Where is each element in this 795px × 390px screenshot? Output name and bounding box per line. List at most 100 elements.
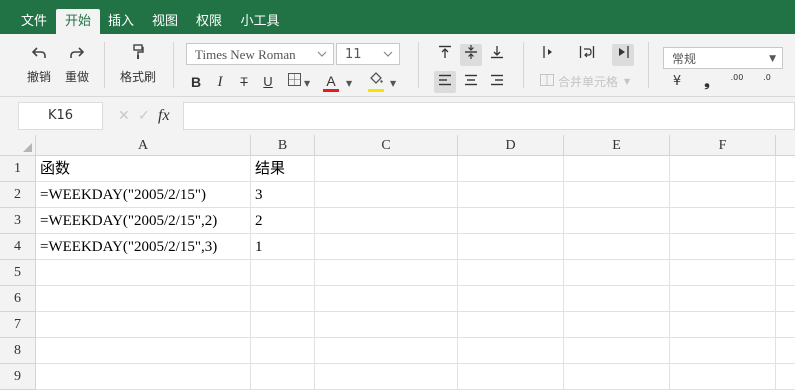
cell-e4[interactable] <box>564 234 670 260</box>
cell-f8[interactable] <box>670 338 776 364</box>
column-header-a[interactable]: A <box>36 135 251 156</box>
cell-a3[interactable]: =WEEKDAY("2005/2/15",2) <box>36 208 251 234</box>
row-header[interactable]: 9 <box>0 364 36 390</box>
cell-f1[interactable] <box>670 156 776 182</box>
align-top-button[interactable] <box>434 44 456 66</box>
align-center-button[interactable] <box>460 71 482 93</box>
cell-b1[interactable]: 结果 <box>251 156 315 182</box>
cell-c6[interactable] <box>315 286 458 312</box>
align-right-button[interactable] <box>486 71 508 93</box>
cell-g3[interactable] <box>776 208 795 234</box>
italic-button[interactable]: I <box>209 71 231 93</box>
menu-tools[interactable]: 小工具 <box>232 9 288 34</box>
column-header-d[interactable]: D <box>458 135 564 156</box>
cell-g9[interactable] <box>776 364 795 390</box>
fill-color-button[interactable] <box>365 70 387 92</box>
formula-input[interactable] <box>183 102 795 130</box>
cell-d4[interactable] <box>458 234 564 260</box>
merge-cells-button[interactable]: 合并单元格 ▼ <box>540 71 635 93</box>
align-bottom-button[interactable] <box>486 44 508 66</box>
cell-c5[interactable] <box>315 260 458 286</box>
cell-e5[interactable] <box>564 260 670 286</box>
cell-b2[interactable]: 3 <box>251 182 315 208</box>
font-color-button[interactable]: A <box>320 70 342 92</box>
text-overflow-button[interactable] <box>538 44 560 66</box>
row-header[interactable]: 1 <box>0 156 36 182</box>
bold-button[interactable]: B <box>185 71 207 93</box>
cell-c9[interactable] <box>315 364 458 390</box>
number-format-select[interactable]: 常规 ▼ <box>663 47 783 69</box>
cell-b6[interactable] <box>251 286 315 312</box>
cell-f2[interactable] <box>670 182 776 208</box>
cell-g8[interactable] <box>776 338 795 364</box>
insert-function-icon[interactable]: fx <box>158 102 170 130</box>
menu-view[interactable]: 视图 <box>143 9 187 34</box>
column-header-c[interactable]: C <box>315 135 458 156</box>
menu-insert[interactable]: 插入 <box>100 9 142 34</box>
cell-b3[interactable]: 2 <box>251 208 315 234</box>
cell-g5[interactable] <box>776 260 795 286</box>
cell-a8[interactable] <box>36 338 251 364</box>
decrease-decimal-button[interactable]: .0 <box>756 71 778 93</box>
underline-button[interactable]: U <box>257 71 279 93</box>
menu-file[interactable]: 文件 <box>12 9 56 34</box>
cell-c4[interactable] <box>315 234 458 260</box>
cell-f6[interactable] <box>670 286 776 312</box>
cell-a4[interactable]: =WEEKDAY("2005/2/15",3) <box>36 234 251 260</box>
cell-e7[interactable] <box>564 312 670 338</box>
align-left-button[interactable] <box>434 71 456 93</box>
row-header[interactable]: 2 <box>0 182 36 208</box>
cancel-icon[interactable]: ✕ <box>118 102 130 130</box>
cell-b7[interactable] <box>251 312 315 338</box>
cell-d8[interactable] <box>458 338 564 364</box>
cell-e8[interactable] <box>564 338 670 364</box>
cell-d3[interactable] <box>458 208 564 234</box>
text-clip-button[interactable] <box>612 44 634 66</box>
redo-button[interactable]: 重做 <box>60 44 94 85</box>
cell-f5[interactable] <box>670 260 776 286</box>
chevron-down-icon[interactable]: ▼ <box>390 79 396 88</box>
cell-b5[interactable] <box>251 260 315 286</box>
increase-decimal-button[interactable]: .00 <box>726 71 748 93</box>
border-button[interactable] <box>283 71 305 93</box>
cell-f4[interactable] <box>670 234 776 260</box>
cell-a1[interactable]: 函数 <box>36 156 251 182</box>
cell-a2[interactable]: =WEEKDAY("2005/2/15") <box>36 182 251 208</box>
align-middle-button[interactable] <box>460 44 482 66</box>
cell-e3[interactable] <box>564 208 670 234</box>
cell-d7[interactable] <box>458 312 564 338</box>
cell-a5[interactable] <box>36 260 251 286</box>
wrap-text-button[interactable] <box>576 44 598 66</box>
chevron-down-icon[interactable]: ▼ <box>304 79 310 88</box>
cell-e1[interactable] <box>564 156 670 182</box>
cell-c3[interactable] <box>315 208 458 234</box>
cell-e9[interactable] <box>564 364 670 390</box>
column-header-b[interactable]: B <box>251 135 315 156</box>
cell-a6[interactable] <box>36 286 251 312</box>
format-painter-button[interactable]: 格式刷 <box>116 44 160 85</box>
font-name-select[interactable]: Times New Roman <box>186 43 334 65</box>
row-header[interactable]: 8 <box>0 338 36 364</box>
name-box[interactable]: K16 <box>18 102 103 130</box>
cell-e2[interactable] <box>564 182 670 208</box>
cell-c8[interactable] <box>315 338 458 364</box>
cell-f7[interactable] <box>670 312 776 338</box>
cell-f3[interactable] <box>670 208 776 234</box>
row-header[interactable]: 7 <box>0 312 36 338</box>
column-header-g[interactable] <box>776 135 795 156</box>
undo-button[interactable]: 撤销 <box>22 44 56 85</box>
currency-format-button[interactable]: ¥ <box>666 71 688 93</box>
cell-c1[interactable] <box>315 156 458 182</box>
cell-c2[interactable] <box>315 182 458 208</box>
select-all-corner[interactable] <box>0 135 36 156</box>
menu-home[interactable]: 开始 <box>56 9 100 34</box>
cell-e6[interactable] <box>564 286 670 312</box>
row-header[interactable]: 5 <box>0 260 36 286</box>
cell-g1[interactable] <box>776 156 795 182</box>
cell-b4[interactable]: 1 <box>251 234 315 260</box>
cell-d6[interactable] <box>458 286 564 312</box>
cell-g4[interactable] <box>776 234 795 260</box>
cell-d1[interactable] <box>458 156 564 182</box>
cell-g6[interactable] <box>776 286 795 312</box>
row-header[interactable]: 4 <box>0 234 36 260</box>
